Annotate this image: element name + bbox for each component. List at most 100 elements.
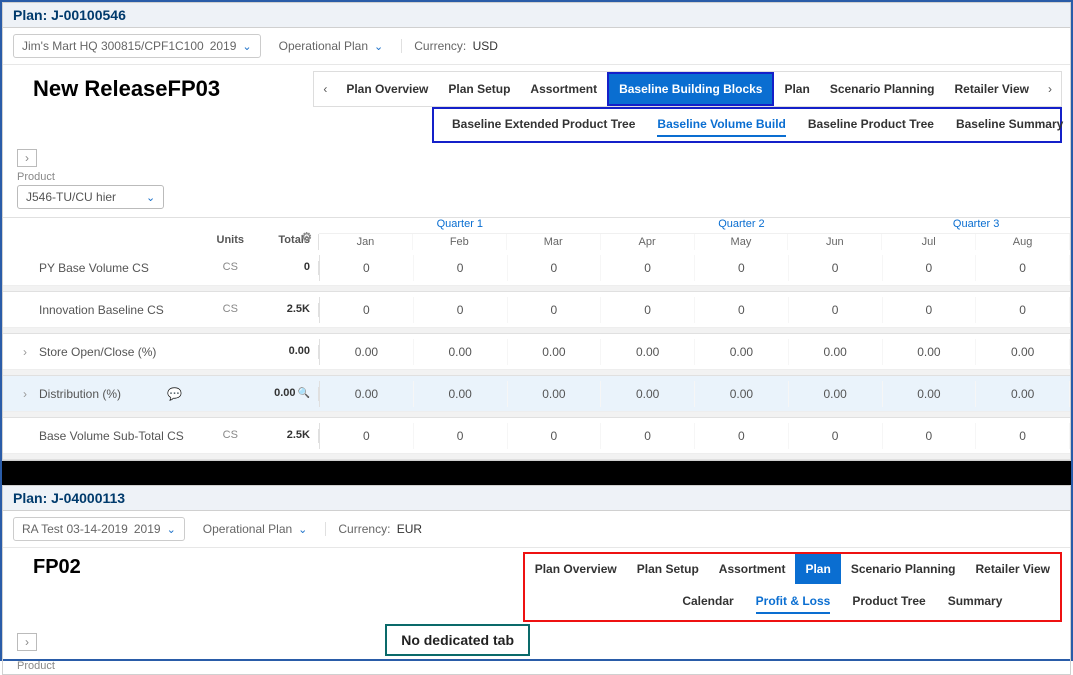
totals-cell: 0.00	[258, 345, 318, 359]
tab-plan-overview[interactable]: Plan Overview	[336, 74, 438, 104]
data-cell[interactable]: 0.00	[601, 339, 695, 365]
data-cell[interactable]: 0.00	[508, 339, 602, 365]
col-units: Units	[202, 234, 258, 250]
data-cell[interactable]: 0	[601, 423, 695, 449]
plan-type-dropdown[interactable]: Operational Plan ⌄	[271, 35, 392, 57]
table-row[interactable]: PY Base Volume CSCS000000000	[3, 250, 1070, 286]
table-row[interactable]: ›Distribution (%)💬0.00🔍0.000.000.000.000…	[3, 376, 1070, 412]
data-cell[interactable]: 0	[883, 297, 977, 323]
data-cell[interactable]: 0.00	[508, 381, 602, 407]
customer-dropdown[interactable]: Jim's Mart HQ 300815/CPF1C100 2019 ⌄	[13, 34, 261, 58]
data-cell[interactable]: 0	[695, 255, 789, 281]
subtab-calendar[interactable]: Calendar	[682, 590, 733, 614]
plan-type-dropdown[interactable]: Operational Plan ⌄	[195, 518, 316, 540]
data-cell[interactable]: 0.00	[320, 339, 414, 365]
data-cell[interactable]: 0.00	[414, 339, 508, 365]
subtab-product-tree[interactable]: Baseline Product Tree	[808, 113, 934, 137]
panel-expander[interactable]: ›	[17, 633, 37, 651]
data-cell[interactable]: 0	[695, 297, 789, 323]
data-grid: Units ⚙ Totals Quarter 1JanFebMarQuarter…	[3, 217, 1070, 460]
data-cell[interactable]: 0	[414, 423, 508, 449]
panel-expander[interactable]: ›	[17, 149, 37, 167]
plan-type-value: Operational Plan	[279, 39, 368, 53]
data-cell[interactable]: 0	[414, 255, 508, 281]
zoom-icon[interactable]: 🔍	[298, 388, 310, 399]
gear-icon[interactable]: ⚙	[301, 230, 312, 244]
data-cell[interactable]: 0	[508, 423, 602, 449]
tab-plan[interactable]: Plan	[774, 74, 819, 104]
data-cell[interactable]: 0	[320, 423, 414, 449]
currency-value: USD	[473, 39, 498, 53]
tab-assortment[interactable]: Assortment	[709, 554, 796, 584]
tab-retailer-view[interactable]: Retailer View	[966, 554, 1060, 584]
subtab-extended-product-tree[interactable]: Baseline Extended Product Tree	[452, 113, 635, 137]
data-cell[interactable]: 0	[976, 297, 1070, 323]
subtab-product-tree[interactable]: Product Tree	[852, 590, 925, 614]
tab-plan[interactable]: Plan	[795, 554, 840, 584]
table-row[interactable]: ›Store Open/Close (%)0.000.000.000.000.0…	[3, 334, 1070, 370]
data-cell[interactable]: 0	[883, 255, 977, 281]
tab-retailer-view[interactable]: Retailer View	[945, 74, 1039, 104]
tab-assortment[interactable]: Assortment	[520, 74, 607, 104]
data-cell[interactable]: 0.00	[695, 339, 789, 365]
plan-title-top: Plan: J-00100546	[3, 3, 1070, 28]
tab-scenario-planning[interactable]: Scenario Planning	[820, 74, 945, 104]
product-dropdown[interactable]: J546-TU/CU hier ⌄	[17, 185, 164, 209]
tab-plan-setup[interactable]: Plan Setup	[627, 554, 709, 584]
release-label-bottom: FP02	[3, 548, 393, 579]
data-cell[interactable]: 0	[601, 255, 695, 281]
data-cell[interactable]: 0.00	[320, 381, 414, 407]
data-cell[interactable]: 0	[789, 423, 883, 449]
data-cell[interactable]: 0	[789, 297, 883, 323]
currency-value: EUR	[397, 522, 422, 536]
data-cell[interactable]: 0	[976, 255, 1070, 281]
panel-divider	[2, 461, 1071, 485]
table-row[interactable]: Base Volume Sub-Total CSCS2.5K00000000	[3, 418, 1070, 454]
data-cell[interactable]: 0	[976, 423, 1070, 449]
data-cell[interactable]: 0.00	[883, 339, 977, 365]
data-cell[interactable]: 0.00	[883, 381, 977, 407]
data-cell[interactable]: 0	[601, 297, 695, 323]
month-header: Mar	[507, 234, 601, 250]
data-cell[interactable]: 0.00	[414, 381, 508, 407]
data-cell[interactable]: 0	[789, 255, 883, 281]
metric-name: ›Store Open/Close (%)	[3, 345, 202, 359]
row-expander[interactable]: ›	[23, 387, 33, 401]
tab-plan-setup[interactable]: Plan Setup	[438, 74, 520, 104]
tab-baseline-building-blocks[interactable]: Baseline Building Blocks	[609, 74, 772, 104]
data-cell[interactable]: 0	[414, 297, 508, 323]
tab-nav-next[interactable]: ›	[1039, 82, 1061, 96]
data-cell[interactable]: 0	[695, 423, 789, 449]
data-cell[interactable]: 0.00	[976, 339, 1070, 365]
tab-scenario-planning[interactable]: Scenario Planning	[841, 554, 966, 584]
data-cell[interactable]: 0.00	[789, 339, 883, 365]
plan-title-bottom: Plan: J-04000113	[3, 486, 1070, 511]
comment-icon[interactable]: 💬	[167, 387, 182, 401]
data-cell[interactable]: 0.00	[695, 381, 789, 407]
subtab-summary[interactable]: Baseline Summary	[956, 113, 1063, 137]
customer-dropdown[interactable]: RA Test 03-14-2019 2019 ⌄	[13, 517, 185, 541]
data-cell[interactable]: 0	[320, 255, 414, 281]
table-row[interactable]: Innovation Baseline CSCS2.5K00000000	[3, 292, 1070, 328]
row-expander[interactable]: ›	[23, 345, 33, 359]
totals-cell: 0.00🔍	[258, 387, 318, 401]
tab-plan-overview[interactable]: Plan Overview	[525, 554, 627, 584]
data-cell[interactable]: 0.00	[789, 381, 883, 407]
subtab-volume-build[interactable]: Baseline Volume Build	[657, 113, 785, 137]
data-cell[interactable]: 0	[508, 255, 602, 281]
currency-label: Currency:	[338, 522, 390, 536]
no-dedicated-tab-callout: No dedicated tab	[385, 624, 530, 656]
subtab-summary[interactable]: Summary	[948, 590, 1003, 614]
data-cell[interactable]: 0	[508, 297, 602, 323]
data-cell[interactable]: 0.00	[601, 381, 695, 407]
subtab-profit-loss[interactable]: Profit & Loss	[756, 590, 831, 614]
tab-nav-prev[interactable]: ‹	[314, 82, 336, 96]
release-label-top: New ReleaseFP03	[3, 70, 313, 102]
data-cell[interactable]: 0.00	[976, 381, 1070, 407]
data-cell[interactable]: 0	[320, 297, 414, 323]
chevron-down-icon: ⌄	[374, 40, 383, 53]
main-tabstrip-top: ‹ Plan Overview Plan Setup Assortment Ba…	[313, 71, 1062, 107]
month-header: May	[695, 234, 789, 250]
month-header: Feb	[413, 234, 507, 250]
data-cell[interactable]: 0	[883, 423, 977, 449]
